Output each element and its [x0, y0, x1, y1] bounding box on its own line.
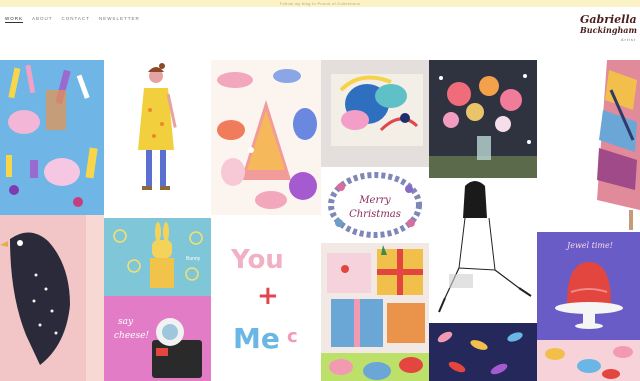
logo-subtitle: Artist [620, 37, 636, 42]
artwork-tile-girl-yellow-dress[interactable] [104, 60, 211, 215]
site-logo[interactable]: Gabriella Buckingham Artist [580, 13, 637, 55]
artwork-tile-bunny-lightbulbs[interactable]: Bunny [104, 218, 211, 296]
svg-text:cheese!: cheese! [114, 331, 149, 341]
artwork-tile-framed-abstract[interactable] [321, 60, 429, 167]
artwork-tile-merry-christmas[interactable]: Merry Christmas [321, 167, 429, 243]
artwork-tile-leaf-pattern-green[interactable] [321, 353, 429, 381]
artwork-tile-pastel-pattern[interactable] [537, 340, 640, 381]
artwork-tile-flowers-vase[interactable] [429, 60, 537, 178]
bunny-label: Bunny [186, 256, 201, 262]
artwork-tile-jelly[interactable]: Jewel time! [537, 232, 640, 340]
nav-about[interactable]: About [32, 16, 53, 23]
artwork-tile-pink-floral[interactable] [211, 60, 321, 215]
me-text: Me [233, 322, 280, 355]
artwork-tile-you-plus-me[interactable]: You + Me c [211, 218, 321, 381]
top-banner[interactable]: Follow my blog to Pound of Collections [0, 0, 640, 7]
jelly-title-text: Jewel time! [565, 241, 613, 250]
artwork-tile-dark-floral-pattern[interactable] [429, 323, 537, 381]
logo-first-name: Gabriella [580, 13, 637, 26]
plus-text: + [257, 281, 279, 311]
banner-text[interactable]: Follow my blog to Pound of Collections [0, 0, 640, 7]
artwork-tile-say-cheese[interactable]: say cheese! [104, 296, 211, 381]
artwork-tile-gift-wrap[interactable] [321, 243, 429, 353]
artwork-tile-abstract-blue[interactable] [0, 60, 104, 215]
you-text: You [230, 245, 284, 275]
artwork-tile-line-drawing-girl[interactable] [429, 178, 537, 323]
nav-newsletter[interactable]: Newsletter [99, 16, 140, 23]
say-cheese-text: say [118, 317, 134, 327]
logo-last-name: Buckingham [580, 25, 637, 35]
christmas-text: Christmas [349, 209, 401, 220]
nav-contact[interactable]: Contact [62, 16, 90, 23]
nav-work[interactable]: Work [5, 16, 23, 23]
artwork-tile-starling-bird[interactable] [0, 215, 104, 381]
svg-text:c: c [287, 326, 298, 347]
main-nav: Work About Contact Newsletter [5, 16, 140, 23]
merry-text: Merry [358, 195, 391, 206]
artwork-tile-fashion-dress[interactable] [537, 60, 640, 230]
